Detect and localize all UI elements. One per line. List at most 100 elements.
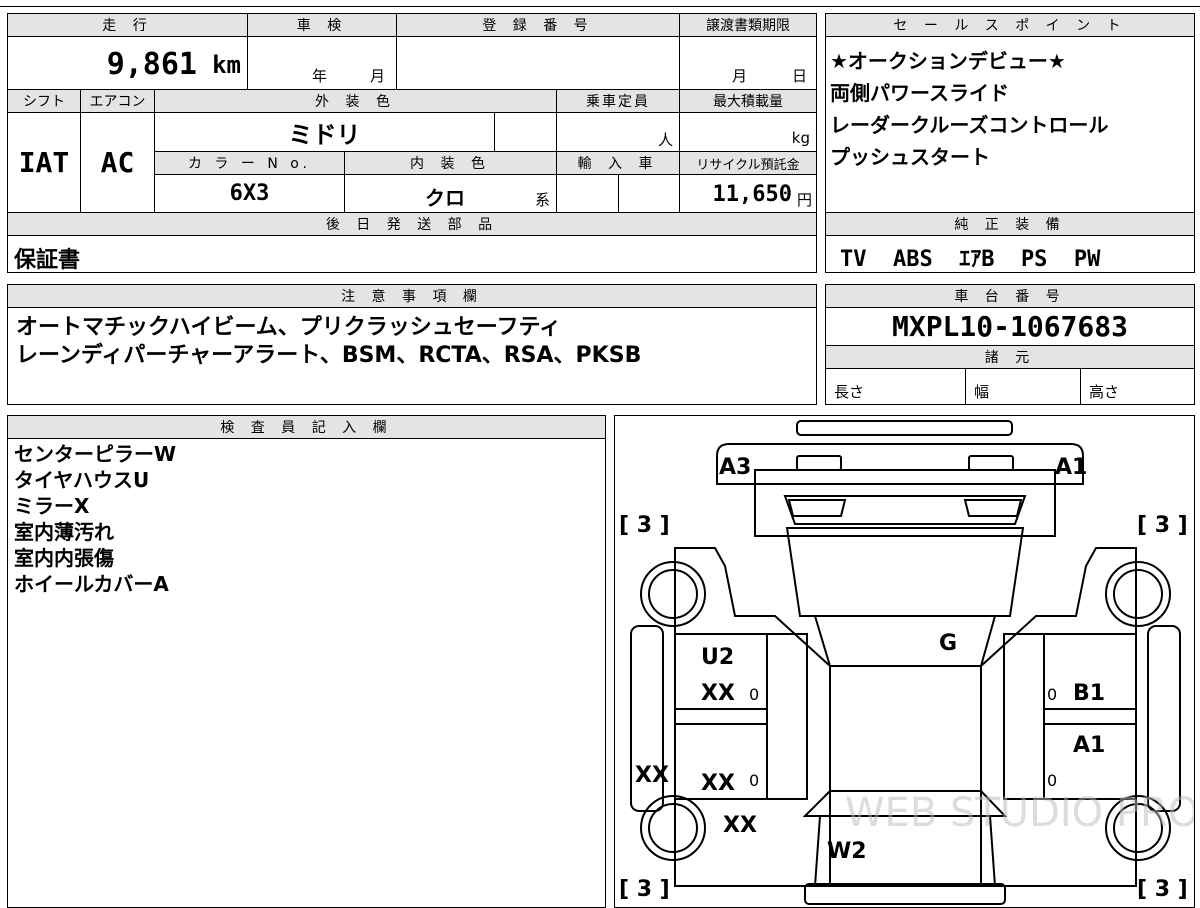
capacity-unit: 人 bbox=[657, 131, 673, 149]
sales-point: レーダークルーズコントロール bbox=[830, 113, 1109, 137]
spec-width-cell: 幅 bbox=[965, 368, 1081, 405]
color-no-header: カ ラ ー N o. bbox=[154, 151, 345, 175]
chassis-value: MXPL10-1067683 bbox=[891, 310, 1128, 343]
later-parts-header: 後 日 発 送 部 品 bbox=[7, 212, 817, 236]
later-parts-value: 保証書 bbox=[14, 248, 81, 273]
interior-header: 内 装 色 bbox=[344, 151, 557, 175]
interior-suffix: 系 bbox=[534, 191, 550, 209]
sales-label: セ ー ル ス ポ イ ン ト bbox=[893, 18, 1127, 34]
notes-label: 注 意 事 項 欄 bbox=[341, 289, 483, 305]
equipment-value: TV ABS ｴｱB PS PW bbox=[840, 247, 1101, 272]
ac-cell: AC bbox=[80, 112, 155, 213]
notes-line: オートマチックハイビーム、プリクラッシュセーフティ bbox=[16, 315, 562, 340]
notes-cell: オートマチックハイビーム、プリクラッシュセーフティ レーンディパーチャーアラート… bbox=[7, 307, 817, 405]
inspection-label: 車 検 bbox=[296, 18, 348, 34]
registration-header: 登 録 番 号 bbox=[396, 13, 680, 37]
sales-point: プッシュスタート bbox=[830, 145, 990, 169]
exterior-cell: ミドリ bbox=[154, 112, 495, 152]
notes-header: 注 意 事 項 欄 bbox=[7, 284, 817, 308]
color-no-label: カ ラ ー N o. bbox=[187, 156, 312, 172]
mark-zero-rr: 0 bbox=[1047, 771, 1057, 790]
mileage-cell: 9,861 km bbox=[7, 36, 248, 90]
capacity-cell: 人 bbox=[556, 112, 680, 152]
transfer-label: 譲渡書類期限 bbox=[706, 18, 790, 34]
equipment-label: 純 正 装 備 bbox=[954, 217, 1066, 233]
color-no-value: 6X3 bbox=[229, 181, 270, 206]
spec-width-label: 幅 bbox=[974, 383, 990, 401]
inspector-line: 室内内張傷 bbox=[14, 546, 114, 570]
mark-xx-rear: XX bbox=[723, 813, 757, 838]
mark-zero-fl: 0 bbox=[749, 685, 759, 704]
transfer-cell: 月 日 bbox=[679, 36, 817, 90]
chassis-header: 車 台 番 号 bbox=[825, 284, 1195, 308]
spec-length-label: 長さ bbox=[834, 383, 865, 401]
mileage-unit: km bbox=[212, 51, 241, 79]
ac-header: エアコン bbox=[80, 89, 155, 113]
mileage-value: 9,861 bbox=[106, 47, 197, 82]
exterior-label: 外 装 色 bbox=[315, 94, 396, 110]
inspector-label: 検 査 員 記 入 欄 bbox=[220, 420, 393, 436]
recycle-cell: 11,650 円 bbox=[679, 174, 817, 213]
registration-cell bbox=[396, 36, 680, 90]
shift-header: シフト bbox=[7, 89, 81, 113]
top-partial-row bbox=[0, 0, 1200, 7]
spec-length-cell: 長さ bbox=[825, 368, 966, 405]
load-cell: kg bbox=[679, 112, 817, 152]
car-diagram-panel: WEB STUDIO PRO A3 A1 [ 3 ] [ 3 ] G U2 XX… bbox=[614, 415, 1195, 908]
shift-label: シフト bbox=[23, 94, 65, 110]
import-label: 輸 入 車 bbox=[577, 156, 659, 172]
ac-value: AC bbox=[100, 146, 135, 179]
recycle-value: 11,650 bbox=[712, 182, 792, 207]
inspector-line: ミラーX bbox=[14, 494, 90, 518]
import-cell-a bbox=[556, 174, 619, 213]
later-parts-cell: 保証書 bbox=[7, 235, 817, 273]
recycle-label: リサイクル預託金 bbox=[696, 157, 800, 173]
registration-label: 登 録 番 号 bbox=[482, 18, 594, 34]
mark-u2: U2 bbox=[701, 645, 734, 670]
sales-cell: ★オークションデビュー★ 両側パワースライド レーダークルーズコントロール プッ… bbox=[825, 36, 1195, 213]
transfer-month: 月 bbox=[732, 67, 748, 85]
tire-tl: [ 3 ] bbox=[619, 513, 670, 538]
shift-cell: IAT bbox=[7, 112, 81, 213]
interior-value: クロ bbox=[425, 186, 465, 210]
inspector-line: ホイールカバーA bbox=[14, 572, 169, 596]
mark-g: G bbox=[939, 631, 957, 656]
recycle-header: リサイクル預託金 bbox=[679, 151, 817, 175]
inspection-month: 月 bbox=[370, 67, 386, 85]
specs-header: 諸 元 bbox=[825, 345, 1195, 369]
shift-value: IAT bbox=[18, 146, 70, 179]
inspector-header: 検 査 員 記 入 欄 bbox=[7, 415, 606, 439]
mileage-label: 走 行 bbox=[102, 18, 153, 34]
notes-line: レーンディパーチャーアラート、BSM、RCTA、RSA、PKSB bbox=[16, 343, 642, 368]
load-unit: kg bbox=[791, 129, 810, 147]
inspector-line: タイヤハウスU bbox=[14, 468, 150, 492]
inspector-line: センターピラーW bbox=[14, 442, 177, 466]
load-header: 最大積載量 bbox=[679, 89, 817, 113]
exterior-value: ミドリ bbox=[288, 120, 361, 149]
equipment-cell: TV ABS ｴｱB PS PW bbox=[825, 235, 1195, 273]
equipment-header: 純 正 装 備 bbox=[825, 212, 1195, 236]
recycle-unit: 円 bbox=[796, 191, 812, 209]
chassis-cell: MXPL10-1067683 bbox=[825, 307, 1195, 346]
capacity-label: 乗車定員 bbox=[586, 94, 650, 110]
interior-label: 内 装 色 bbox=[410, 156, 491, 172]
mark-a1-right: A1 bbox=[1073, 733, 1105, 758]
tire-tr: [ 3 ] bbox=[1137, 513, 1188, 538]
color-no-cell: 6X3 bbox=[154, 174, 345, 213]
car-diagram: WEB STUDIO PRO A3 A1 [ 3 ] [ 3 ] G U2 XX… bbox=[619, 420, 1195, 905]
watermark: WEB STUDIO PRO bbox=[845, 790, 1195, 836]
specs-label: 諸 元 bbox=[984, 350, 1036, 366]
interior-cell: クロ 系 bbox=[344, 174, 557, 213]
inspection-header: 車 検 bbox=[247, 13, 397, 37]
mark-a3: A3 bbox=[719, 455, 751, 480]
load-label: 最大積載量 bbox=[713, 94, 783, 110]
mileage-header: 走 行 bbox=[7, 13, 248, 37]
tire-bl: [ 3 ] bbox=[619, 877, 670, 902]
mark-a1-top: A1 bbox=[1055, 455, 1087, 480]
exterior-header: 外 装 色 bbox=[154, 89, 557, 113]
tire-br: [ 3 ] bbox=[1137, 877, 1188, 902]
inspector-line: 室内薄汚れ bbox=[14, 520, 114, 544]
mark-zero-fr: 0 bbox=[1047, 685, 1057, 704]
sales-header: セ ー ル ス ポ イ ン ト bbox=[825, 13, 1195, 37]
transfer-header: 譲渡書類期限 bbox=[679, 13, 817, 37]
